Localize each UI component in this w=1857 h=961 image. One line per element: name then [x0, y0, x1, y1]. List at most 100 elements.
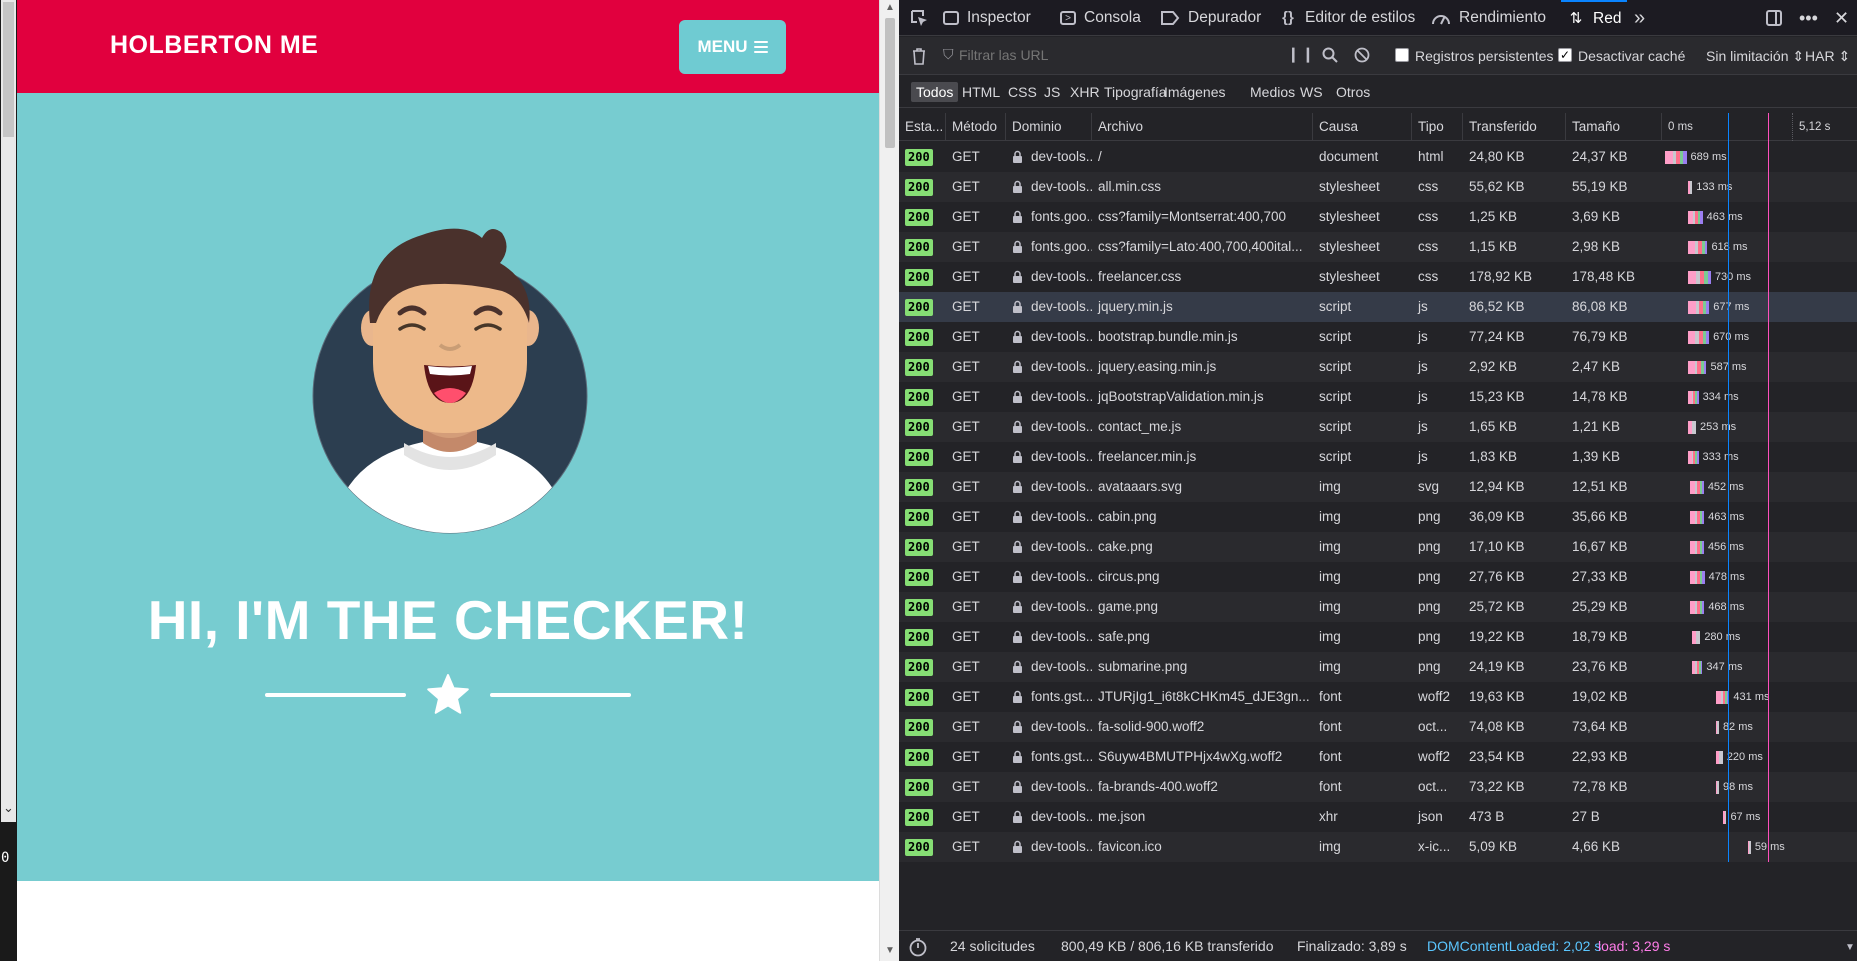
waterfall-bar[interactable] [1689, 601, 1705, 614]
more-options-button[interactable]: ••• [1799, 0, 1818, 36]
waterfall-bar[interactable] [1688, 421, 1697, 434]
column-header-cause[interactable]: Causa [1313, 113, 1412, 141]
table-row[interactable]: 200 GET dev-tools... me.json xhr json 473 B 27 … [899, 802, 1857, 832]
pause-icon[interactable]: ❙❙ [1287, 45, 1316, 63]
waterfall-bar[interactable] [1688, 451, 1699, 464]
waterfall-bar[interactable] [1723, 811, 1727, 824]
url-filter-input[interactable] [959, 43, 1259, 67]
waterfall-segment [1724, 811, 1727, 824]
waterfall-bar[interactable] [1715, 721, 1719, 734]
column-header-file[interactable]: Archivo [1092, 113, 1313, 141]
column-header-method[interactable]: Método [946, 113, 1006, 141]
more-tabs-button[interactable]: » [1634, 0, 1645, 36]
domain-cell: dev-tools... [1006, 412, 1092, 442]
table-row[interactable]: 200 GET dev-tools... favicon.ico img x-ic... 5… [899, 832, 1857, 862]
waterfall-bar[interactable] [1747, 841, 1751, 854]
tab-console[interactable]: > Consola [1060, 0, 1141, 36]
table-row[interactable]: 200 GET dev-tools... jqBootstrapValidation.… [899, 382, 1857, 412]
waterfall-bar[interactable] [1688, 361, 1707, 374]
dock-side-button[interactable] [1765, 0, 1783, 36]
size-cell: 3,69 KB [1572, 209, 1621, 224]
waterfall-bar[interactable] [1691, 661, 1703, 674]
tab-network[interactable]: ⇅ Red [1561, 0, 1628, 36]
throttling-select[interactable]: Sin limitación ⇕ [1706, 48, 1804, 65]
search-icon[interactable] [1322, 47, 1338, 63]
table-row[interactable]: 200 GET fonts.gst... S6uyw4BMUTPHjx4wXg.wof… [899, 742, 1857, 772]
outer-scrollbar-thumb[interactable] [3, 2, 14, 137]
waterfall-bar[interactable] [1689, 571, 1705, 584]
tab-inspector[interactable]: Inspector [943, 0, 1031, 36]
waterfall-bar[interactable] [1689, 541, 1704, 554]
waterfall-bar[interactable] [1688, 271, 1711, 284]
waterfall-bar[interactable] [1665, 151, 1687, 164]
table-row[interactable]: 200 GET dev-tools... cake.png img png 17,10 KB… [899, 532, 1857, 562]
type-filter-css[interactable]: CSS [1003, 82, 1042, 102]
stopwatch-icon[interactable] [908, 937, 928, 957]
domain-text: dev-tools... [1031, 299, 1092, 314]
table-row[interactable]: 200 GET dev-tools... safe.png img png 19,22 KB… [899, 622, 1857, 652]
element-picker-button[interactable] [909, 0, 929, 36]
table-row[interactable]: 200 GET fonts.goo... css?family=Lato:400,70… [899, 232, 1857, 262]
har-menu[interactable]: HAR ⇕ [1805, 48, 1850, 65]
waterfall-bar[interactable] [1688, 331, 1710, 344]
page-scrollbar-thumb[interactable] [885, 18, 895, 148]
brand-logo-text[interactable]: HOLBERTON ME [110, 31, 318, 60]
table-row[interactable]: 200 GET dev-tools... fa-brands-400.woff2 fon… [899, 772, 1857, 802]
waterfall-bar[interactable] [1715, 751, 1723, 764]
menu-button[interactable]: MENU [679, 20, 786, 74]
waterfall-bar[interactable] [1688, 241, 1708, 254]
type-filter-html[interactable]: HTML [957, 82, 1005, 102]
type-filter-todos[interactable]: Todos [911, 82, 959, 102]
type-filter-ws[interactable]: WS [1295, 82, 1328, 102]
table-row[interactable]: 200 GET dev-tools... freelancer.min.js scrip… [899, 442, 1857, 472]
scroll-up-arrow-icon[interactable]: ▲ [885, 2, 895, 13]
table-row[interactable]: 200 GET dev-tools... / document html 24,80 KB 2… [899, 142, 1857, 172]
scroll-down-arrow-icon[interactable]: ▼ [1845, 942, 1855, 953]
tab-performance[interactable]: Rendimiento [1431, 0, 1546, 36]
type-filter-js[interactable]: JS [1039, 82, 1065, 102]
scroll-down-arrow-icon[interactable]: ⌄ [3, 800, 14, 816]
waterfall-bar[interactable] [1688, 301, 1710, 314]
column-header-domain[interactable]: Dominio [1006, 113, 1092, 141]
waterfall-bar[interactable] [1715, 781, 1719, 794]
column-header-size[interactable]: Tamaño [1566, 113, 1662, 141]
table-row[interactable]: 200 GET dev-tools... all.min.css stylesheet c… [899, 172, 1857, 202]
waterfall-bar[interactable] [1688, 181, 1693, 194]
disable-cache-checkbox[interactable]: ✓ [1558, 48, 1572, 62]
table-row[interactable]: 200 GET dev-tools... bootstrap.bundle.min.j… [899, 322, 1857, 352]
table-row[interactable]: 200 GET dev-tools... fa-solid-900.woff2 font… [899, 712, 1857, 742]
type-filter-medios[interactable]: Medios [1245, 82, 1300, 102]
persistent-logs-checkbox[interactable] [1395, 48, 1409, 62]
tab-style-editor[interactable]: {} Editor de estilos [1279, 0, 1415, 36]
waterfall-bar[interactable] [1688, 211, 1703, 224]
column-header-type[interactable]: Tipo [1412, 113, 1463, 141]
close-devtools-button[interactable]: ✕ [1834, 0, 1849, 36]
scroll-down-arrow-icon[interactable]: ▼ [885, 945, 895, 956]
table-row[interactable]: 200 GET dev-tools... jquery.easing.min.js sc… [899, 352, 1857, 382]
block-icon[interactable] [1354, 47, 1370, 63]
table-row[interactable]: 200 GET dev-tools... submarine.png img png 24,… [899, 652, 1857, 682]
column-header-status[interactable]: Esta... [899, 113, 946, 141]
table-row[interactable]: 200 GET dev-tools... freelancer.css styleshe… [899, 262, 1857, 292]
table-row[interactable]: 200 GET dev-tools... avataaars.svg img svg 12,… [899, 472, 1857, 502]
trash-icon[interactable] [911, 47, 927, 65]
waterfall-bar[interactable] [1691, 631, 1701, 644]
table-row[interactable]: 200 GET dev-tools... contact_me.js script js 1… [899, 412, 1857, 442]
table-row[interactable]: 200 GET dev-tools... circus.png img png 27,76 … [899, 562, 1857, 592]
type-filter-otros[interactable]: Otros [1331, 82, 1375, 102]
domain-text: dev-tools... [1031, 179, 1092, 194]
type-filter-imágenes[interactable]: Imágenes [1159, 82, 1230, 102]
table-row[interactable]: 200 GET fonts.goo... css?family=Montserrat:… [899, 202, 1857, 232]
waterfall-bar[interactable] [1689, 481, 1704, 494]
table-row[interactable]: 200 GET dev-tools... game.png img png 25,72 KB… [899, 592, 1857, 622]
table-row[interactable]: 200 GET fonts.gst... JTURjIg1_i6t8kCHKm45_d… [899, 682, 1857, 712]
type-cell: css [1418, 209, 1439, 224]
tab-debugger[interactable]: Depurador [1160, 0, 1261, 36]
page-scrollbar[interactable]: ▲ ▼ [879, 0, 899, 961]
waterfall-bar[interactable] [1688, 391, 1699, 404]
table-row[interactable]: 200 GET dev-tools... jquery.min.js script js 8… [899, 292, 1857, 322]
devtools-scrollbar[interactable]: ▼ [1843, 142, 1857, 953]
table-row[interactable]: 200 GET dev-tools... cabin.png img png 36,09 K… [899, 502, 1857, 532]
column-header-transferred[interactable]: Transferido [1463, 113, 1566, 141]
waterfall-bar[interactable] [1689, 511, 1705, 524]
